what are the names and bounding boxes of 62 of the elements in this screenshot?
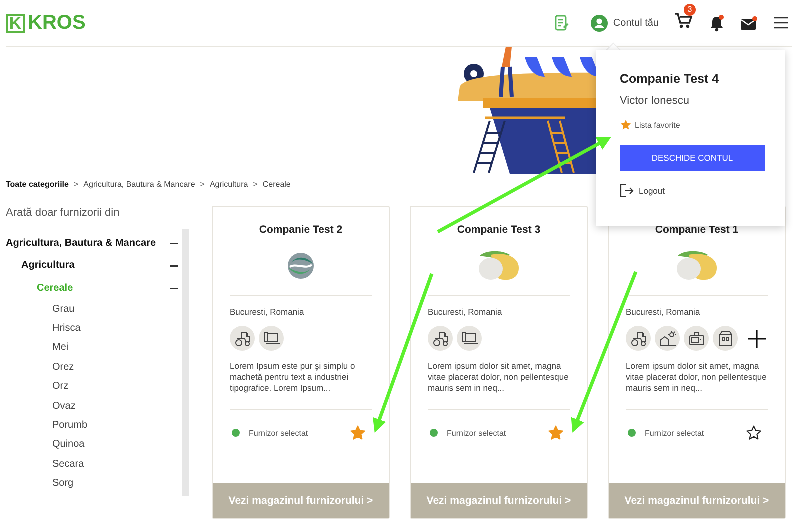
company-name[interactable]: Companie Test 2 <box>230 224 372 236</box>
status-text: Furnizor selectat <box>447 428 508 438</box>
favorites-link[interactable]: Lista favorite <box>635 120 680 130</box>
status-text: Furnizor selectat <box>249 428 310 438</box>
category-item[interactable]: Secara <box>52 458 84 470</box>
company-name[interactable]: Companie Test 1 <box>626 224 768 236</box>
logout-link[interactable]: Logout <box>639 186 665 196</box>
location-text: Bucuresti, Romania <box>626 307 702 317</box>
location-text: Bucuresti, Romania <box>428 307 504 317</box>
menu-icon[interactable] <box>774 16 788 30</box>
building-icon[interactable] <box>713 326 738 351</box>
scrollbar[interactable] <box>182 229 189 496</box>
user-icon[interactable] <box>591 14 608 32</box>
category-item[interactable]: Agricultura <box>22 260 75 272</box>
cart-count-badge: 3 <box>684 4 696 16</box>
status-text: Furnizor selectat <box>645 428 706 438</box>
description-text: Lorem ipsum dolor sit amet, magna vitae placerat dolor, non pellentesque mauris sem in neq... <box>428 361 570 395</box>
breadcrumb-separator: > <box>200 180 205 188</box>
breadcrumb-link[interactable]: Toate categoriile <box>6 180 69 188</box>
add-icon[interactable] <box>748 330 766 348</box>
user-name: Victor Ionescu <box>620 95 691 107</box>
breadcrumb-link[interactable]: Cereale <box>262 180 291 188</box>
star-icon[interactable] <box>620 119 632 131</box>
category-item[interactable]: Sorg <box>52 478 74 490</box>
open-account-button[interactable]: DESCHIDE CONTUL <box>620 145 765 171</box>
category-item[interactable]: Grau <box>52 304 75 315</box>
computer-icon[interactable] <box>457 326 482 351</box>
tractor-icon[interactable] <box>428 326 453 351</box>
favorite-star-icon[interactable] <box>746 425 762 441</box>
category-item[interactable]: Orez <box>52 362 74 373</box>
status-dot <box>628 429 636 437</box>
computer-icon[interactable] <box>259 326 284 351</box>
description-text: Lorem ipsum dolor sit amet, magna vitae placerat dolor, non pellentesque mauris sem in neq... <box>626 361 768 395</box>
bell-icon[interactable] <box>709 14 725 32</box>
account-link[interactable]: Contul tău <box>613 18 659 28</box>
breadcrumb-link[interactable]: Agricultura <box>210 180 248 188</box>
breadcrumb-separator: > <box>74 180 79 188</box>
description-text: Lorem Ipsum este pur şi simplu o machetă pentru text a industriei tipografice. Lorem Ipsum... <box>230 361 356 395</box>
category-item[interactable]: Porumb <box>52 420 88 432</box>
company-name: Companie Test 4 <box>620 72 720 86</box>
appliance-icon[interactable] <box>684 326 709 351</box>
category-item[interactable]: Hrisca <box>52 323 81 334</box>
tractor-icon[interactable] <box>230 326 255 351</box>
category-item[interactable]: Ovaz <box>52 400 76 412</box>
breadcrumb-link[interactable]: Agricultura, Bautura & Mancare <box>84 180 196 188</box>
category-item[interactable]: Quinoa <box>52 439 85 450</box>
logout-icon[interactable] <box>620 184 634 198</box>
favorite-star-icon[interactable] <box>350 425 366 441</box>
category-item[interactable]: Orz <box>52 381 69 392</box>
company-name[interactable]: Companie Test 3 <box>428 224 570 236</box>
category-item[interactable]: Mei <box>52 342 69 354</box>
breadcrumb-separator: > <box>253 180 258 188</box>
cart-icon[interactable] <box>675 12 693 28</box>
house-sun-icon[interactable] <box>655 326 680 351</box>
category-item[interactable]: Agricultura, Bautura & Mancare <box>6 238 156 249</box>
filter-title: Arată doar furnizorii din <box>5 206 121 221</box>
favorite-star-icon[interactable] <box>548 425 564 441</box>
location-text: Bucuresti, Romania <box>230 307 306 317</box>
status-dot <box>430 429 438 437</box>
tractor-icon[interactable] <box>626 326 651 351</box>
mail-icon[interactable] <box>741 16 758 30</box>
status-dot <box>232 429 240 437</box>
